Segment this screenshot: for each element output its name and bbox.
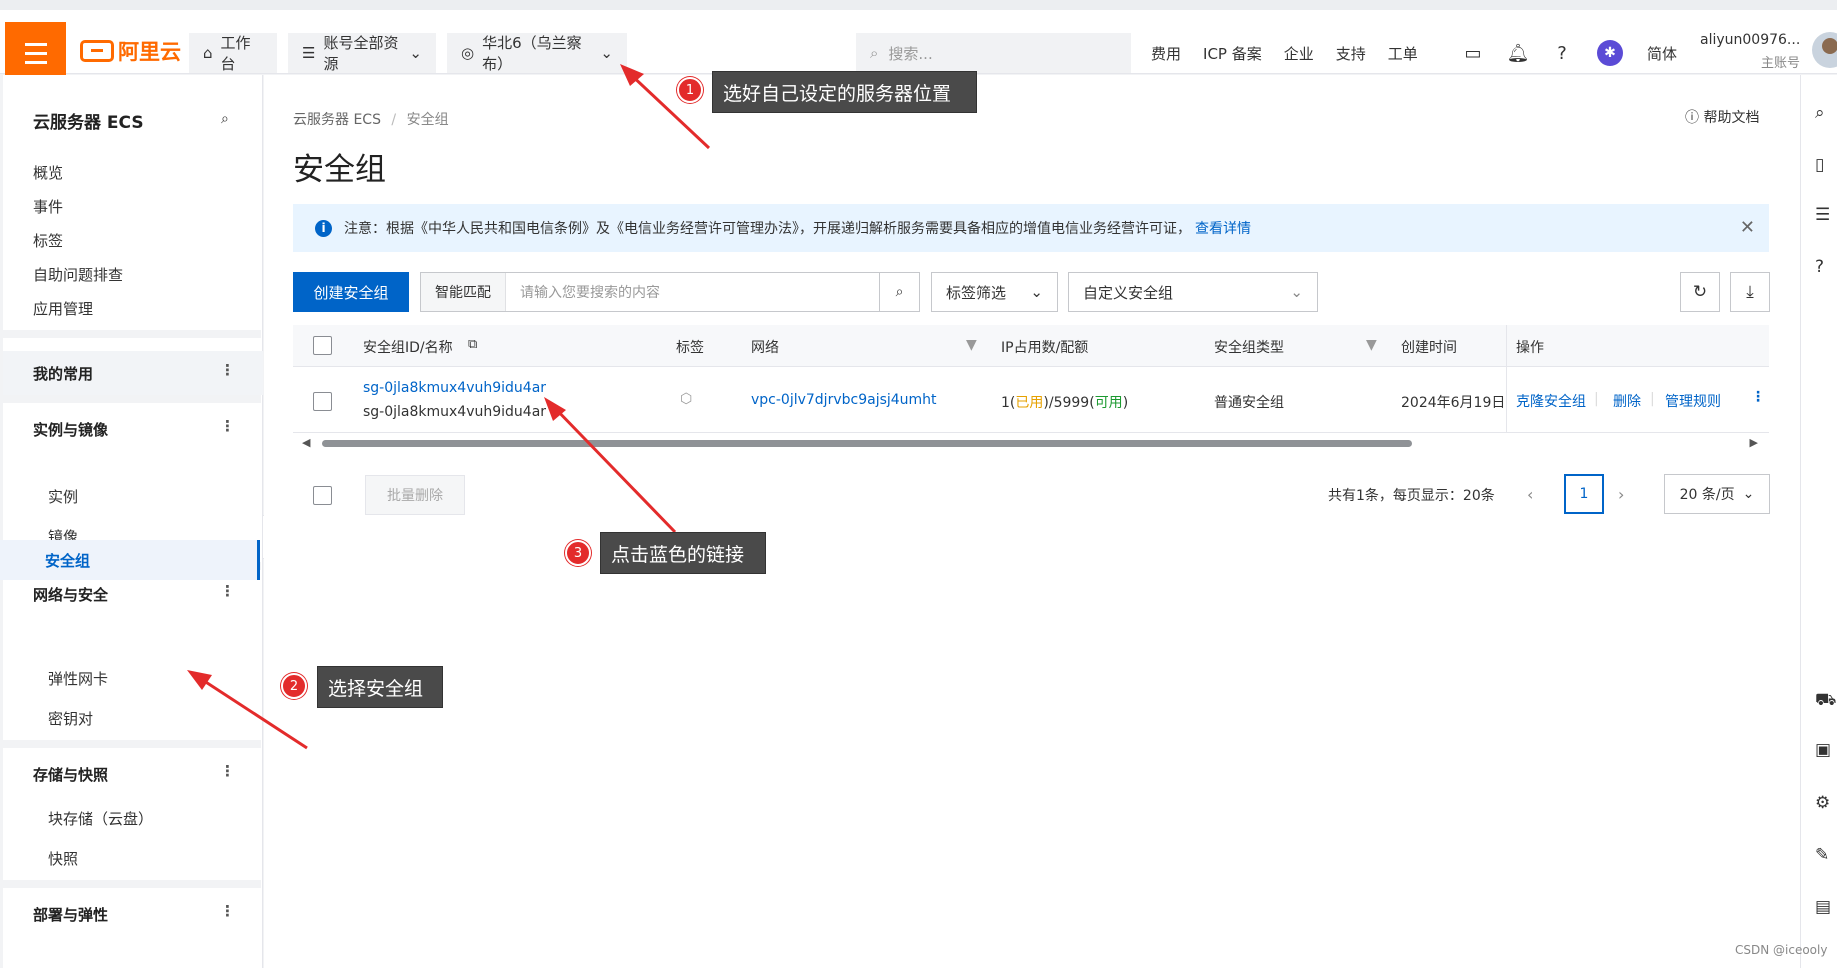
annotation-1: 选好自己设定的服务器位置 bbox=[712, 71, 977, 113]
annotation-2: 选择安全组 bbox=[317, 666, 443, 708]
annotation-arrows bbox=[187, 64, 711, 750]
annotation-3: 点击蓝色的链接 bbox=[600, 532, 766, 574]
arrow-region bbox=[620, 64, 711, 150]
annotation-badge-3: 3 bbox=[565, 540, 591, 566]
annotation-badge-2: 2 bbox=[281, 673, 307, 699]
screen: 阿里云 ⌂ 工作台 ☰ 账号全部资源 ⌄ ◎ 华北6（乌兰察布） ⌄ ⌕ 搜索... 费用 … bbox=[0, 0, 1837, 968]
watermark: CSDN @iceooly bbox=[1735, 943, 1828, 957]
annotation-badge-1: 1 bbox=[677, 77, 703, 103]
arrow-link bbox=[544, 397, 677, 534]
